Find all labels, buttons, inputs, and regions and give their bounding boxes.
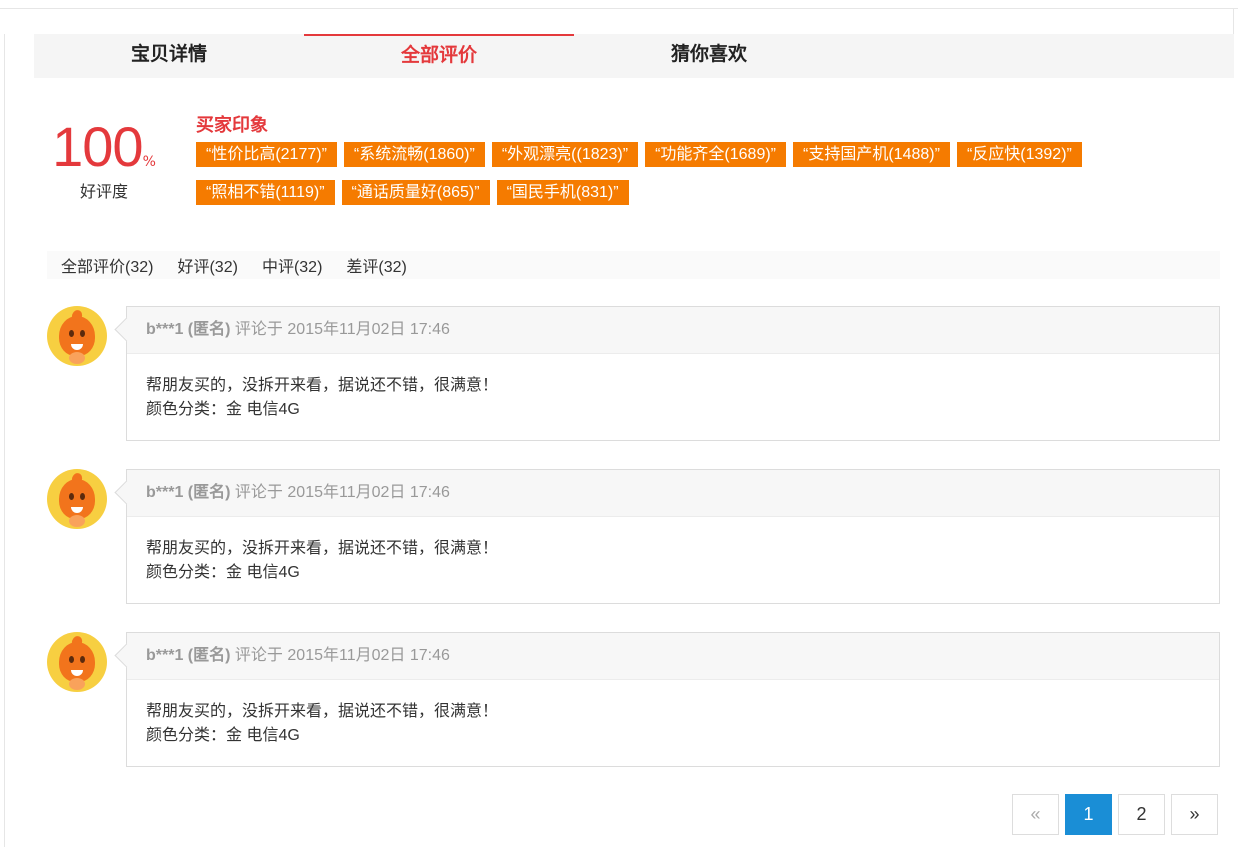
review-content: 帮朋友买的，没拆开来看，据说还不错，很满意！ 颜色分类：金 电信4G: [127, 354, 1219, 422]
review-spec: 颜色分类：金 电信4G: [146, 401, 300, 418]
tab-product-details[interactable]: 宝贝详情: [34, 34, 304, 78]
review-prefix: 评论于: [234, 321, 283, 338]
impression-tags: “性价比高(2177)” “系统流畅(1860)” “外观漂亮((1823)” …: [196, 142, 1176, 218]
review-text: 帮朋友买的，没拆开来看，据说还不错，很满意！: [146, 703, 499, 720]
review-spec: 颜色分类：金 电信4G: [146, 727, 300, 744]
review-content: 帮朋友买的，没拆开来看，据说还不错，很满意！ 颜色分类：金 电信4G: [127, 517, 1219, 585]
page-1-button[interactable]: 1: [1065, 794, 1112, 835]
review-item: b***1 (匿名) 评论于 2015年11月02日 17:46 帮朋友买的，没…: [47, 469, 1220, 604]
right-divider: [1233, 8, 1234, 34]
avatar[interactable]: [47, 306, 107, 366]
next-page-button[interactable]: »: [1171, 794, 1218, 835]
rating-value: 100%: [48, 112, 160, 182]
rating-unit: %: [142, 154, 156, 170]
prev-page-button[interactable]: «: [1012, 794, 1059, 835]
filter-negative[interactable]: 差评(32): [346, 253, 406, 277]
impression-tag[interactable]: “反应快(1392)”: [956, 142, 1082, 167]
review-text: 帮朋友买的，没拆开来看，据说还不错，很满意！: [146, 377, 499, 394]
left-divider: [4, 34, 5, 847]
review-bubble: b***1 (匿名) 评论于 2015年11月02日 17:46 帮朋友买的，没…: [126, 306, 1220, 441]
pagination: « 1 2 »: [1012, 794, 1224, 835]
impression-tag[interactable]: “照相不错(1119)”: [196, 180, 335, 205]
avatar[interactable]: [47, 632, 107, 692]
filter-positive[interactable]: 好评(32): [177, 253, 237, 277]
top-divider: [0, 8, 1238, 9]
impression-tag[interactable]: “外观漂亮((1823)”: [491, 142, 639, 167]
review-bubble: b***1 (匿名) 评论于 2015年11月02日 17:46 帮朋友买的，没…: [126, 632, 1220, 767]
review-filter-bar: 全部评价(32) 好评(32) 中评(32) 差评(32): [47, 251, 1220, 279]
impression-tag[interactable]: “性价比高(2177)”: [196, 142, 337, 167]
review-header: b***1 (匿名) 评论于 2015年11月02日 17:46: [127, 633, 1219, 680]
review-bubble: b***1 (匿名) 评论于 2015年11月02日 17:46 帮朋友买的，没…: [126, 469, 1220, 604]
impression-tag[interactable]: “系统流畅(1860)”: [343, 142, 485, 167]
reviewer-name[interactable]: b***1 (匿名): [146, 484, 230, 501]
review-header: b***1 (匿名) 评论于 2015年11月02日 17:46: [127, 307, 1219, 354]
impression-tag[interactable]: “国民手机(831)”: [496, 180, 629, 205]
page-2-button[interactable]: 2: [1118, 794, 1165, 835]
review-text: 帮朋友买的，没拆开来看，据说还不错，很满意！: [146, 540, 499, 557]
filter-neutral[interactable]: 中评(32): [262, 253, 322, 277]
tab-recommendations[interactable]: 猜你喜欢: [574, 34, 844, 78]
review-date: 2015年11月02日 17:46: [287, 321, 450, 338]
review-spec: 颜色分类：金 电信4G: [146, 564, 300, 581]
review-header: b***1 (匿名) 评论于 2015年11月02日 17:46: [127, 470, 1219, 517]
review-date: 2015年11月02日 17:46: [287, 647, 450, 664]
review-date: 2015年11月02日 17:46: [287, 484, 450, 501]
review-prefix: 评论于: [234, 647, 283, 664]
reviewer-name[interactable]: b***1 (匿名): [146, 647, 230, 664]
filter-all-reviews[interactable]: 全部评价(32): [61, 253, 153, 277]
tab-all-reviews[interactable]: 全部评价: [304, 34, 574, 78]
impression-tag[interactable]: “支持国产机(1488)”: [793, 142, 950, 167]
product-tabs: 宝贝详情 全部评价 猜你喜欢: [34, 34, 1234, 78]
rating-number: 100: [52, 115, 143, 178]
rating-summary: 100% 好评度: [48, 112, 160, 202]
avatar[interactable]: [47, 469, 107, 529]
impression-tag[interactable]: “功能齐全(1689)”: [645, 142, 787, 167]
review-item: b***1 (匿名) 评论于 2015年11月02日 17:46 帮朋友买的，没…: [47, 306, 1220, 441]
reviewer-name[interactable]: b***1 (匿名): [146, 321, 230, 338]
buyer-impression: 买家印象 “性价比高(2177)” “系统流畅(1860)” “外观漂亮((18…: [196, 112, 1176, 218]
review-content: 帮朋友买的，没拆开来看，据说还不错，很满意！ 颜色分类：金 电信4G: [127, 680, 1219, 748]
review-prefix: 评论于: [234, 484, 283, 501]
review-item: b***1 (匿名) 评论于 2015年11月02日 17:46 帮朋友买的，没…: [47, 632, 1220, 767]
impression-tag[interactable]: “通话质量好(865)”: [341, 180, 490, 205]
impression-title: 买家印象: [196, 115, 268, 136]
